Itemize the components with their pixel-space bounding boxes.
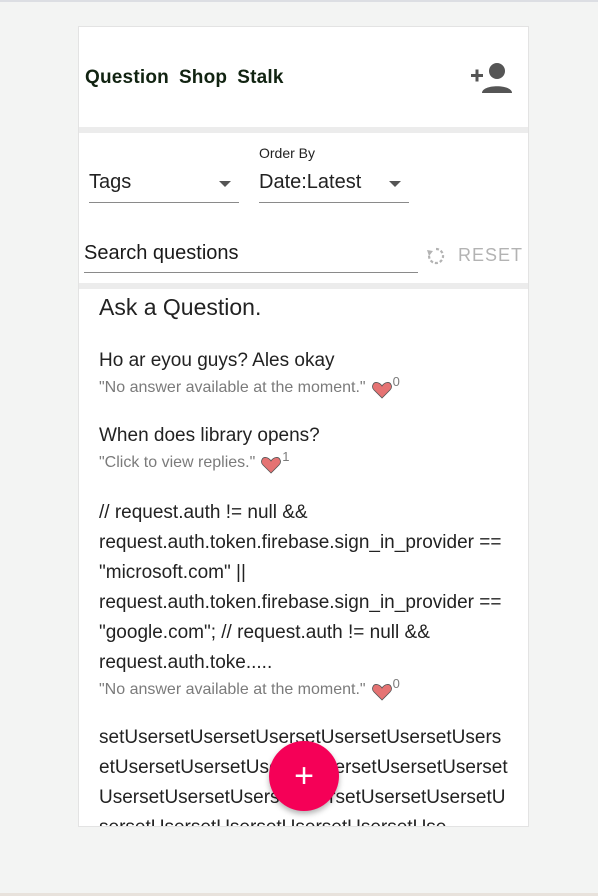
question-meta: "Click to view replies." 1: [99, 449, 509, 474]
question-item[interactable]: Ho ar eyou guys? Ales okay "No answer av…: [99, 346, 509, 399]
reset-button[interactable]: RESET: [426, 245, 523, 266]
tags-select-value: Tags: [89, 171, 132, 193]
person-add-icon[interactable]: [470, 61, 514, 95]
like-count: 0: [392, 374, 400, 389]
search-input[interactable]: Search questions: [84, 239, 418, 273]
question-status: "Click to view replies.": [99, 454, 256, 471]
question-title[interactable]: When does library opens?: [99, 421, 509, 451]
heart-icon[interactable]: [371, 382, 392, 399]
order-by-underline: [259, 202, 409, 203]
heart-icon[interactable]: [371, 684, 392, 701]
tags-select-underline: [89, 202, 239, 203]
arrow-drop-down-icon: [219, 181, 231, 187]
tags-select[interactable]: Tags: [89, 163, 239, 203]
question-status: "No answer available at the moment.": [99, 681, 366, 698]
question-item[interactable]: When does library opens? "Click to view …: [99, 421, 509, 474]
search-underline: [84, 272, 418, 273]
divider: [79, 127, 528, 133]
app-bar: Question Shop Stalk: [79, 27, 528, 127]
order-by-select[interactable]: Order By Date:Latest: [259, 143, 409, 203]
nav-stalk[interactable]: Stalk: [237, 67, 283, 89]
search-input-text: Search questions: [84, 242, 239, 264]
arrow-drop-down-icon: [389, 181, 401, 187]
question-title[interactable]: // request.auth != null && request.auth.…: [99, 498, 509, 678]
reset-label: RESET: [458, 245, 524, 265]
app-card: Question Shop Stalk Tags Order By Date:L…: [78, 26, 529, 827]
order-by-caption: Order By: [259, 145, 316, 161]
like-count: 1: [282, 449, 290, 464]
question-meta: "No answer available at the moment." 0: [99, 374, 509, 399]
nav-shop[interactable]: Shop: [179, 67, 227, 89]
nav-links: Question Shop Stalk: [85, 67, 284, 89]
nav-question[interactable]: Question: [85, 67, 169, 89]
question-item[interactable]: // request.auth != null && request.auth.…: [99, 498, 509, 701]
refresh-icon: [427, 247, 445, 264]
like-count: 0: [392, 676, 400, 691]
heart-icon[interactable]: [261, 457, 282, 474]
order-by-value: Date:Latest: [259, 171, 362, 193]
ask-question-heading[interactable]: Ask a Question.: [99, 294, 509, 321]
question-status: "No answer available at the moment.": [99, 379, 366, 396]
question-meta: "No answer available at the moment." 0: [99, 676, 509, 701]
browser-top-edge: [0, 0, 598, 2]
add-question-button[interactable]: +: [269, 741, 339, 811]
question-title[interactable]: Ho ar eyou guys? Ales okay: [99, 346, 509, 376]
